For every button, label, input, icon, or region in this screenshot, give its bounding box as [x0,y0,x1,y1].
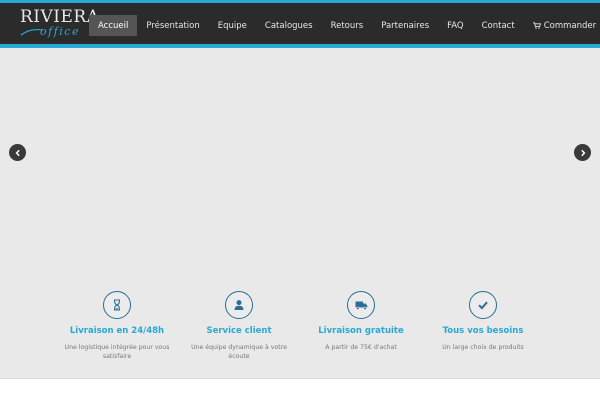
feature-description: Une équipe dynamique à votre écoute [191,344,287,360]
feature-all-needs: Tous vos besoins Un large choix de produ… [421,291,545,352]
feature-icon-circle [103,291,131,319]
feature-icon-circle [225,291,253,319]
navbar: RIVIERA office Accueil Présentation Equi… [0,3,600,44]
feature-icon-circle [347,291,375,319]
nav-item-label: Equipe [217,20,247,31]
nav-item-label: FAQ [447,20,464,31]
chevron-right-icon [580,149,585,156]
feature-free-delivery: Livraison gratuite A partir de 75€ d'ach… [299,291,423,352]
feature-service-client: Service client Une équipe dynamique à vo… [177,291,301,361]
slider-next-button[interactable] [574,144,591,161]
nav-item-label: Partenaires [381,20,430,31]
logo-text: RIVIERA [20,7,100,27]
chevron-left-icon [15,149,20,156]
logo[interactable]: RIVIERA office [18,7,99,43]
nav-item-retours[interactable]: Retours [322,15,373,36]
nav-item-partenaires[interactable]: Partenaires [372,15,438,36]
section-divider [0,378,600,379]
feature-delivery-24-48h: Livraison en 24/48h Une logistique intég… [55,291,179,361]
nav-item-catalogues[interactable]: Catalogues [256,15,322,36]
logo-subtext: office [40,25,80,38]
feature-title: Livraison gratuite [318,326,404,336]
check-icon [478,301,488,310]
user-icon [234,300,244,310]
nav-item-commander[interactable]: Commander [524,15,600,36]
hero-slider: Livraison en 24/48h Une logistique intég… [0,48,600,378]
nav-item-faq[interactable]: FAQ [438,15,472,36]
cart-icon [532,22,541,29]
nav-item-label: Présentation [146,20,200,31]
feature-description: Un large choix de produits [442,344,524,351]
nav-item-accueil[interactable]: Accueil [89,15,138,36]
feature-icon-circle [469,291,497,319]
truck-icon [355,301,367,310]
feature-description: A partir de 75€ d'achat [325,344,397,351]
feature-title: Tous vos besoins [442,326,524,336]
nav-item-label: Catalogues [264,20,313,31]
nav-item-equipe[interactable]: Equipe [209,15,256,36]
main-nav: Accueil Présentation Equipe Catalogues R… [89,15,600,36]
hourglass-icon [113,299,121,311]
feature-description: Une logistique intégrée pour vous satisf… [64,344,170,360]
nav-item-label: Accueil [98,20,129,31]
nav-item-presentation[interactable]: Présentation [137,15,208,36]
feature-title: Service client [206,326,272,336]
nav-item-label: Contact [481,20,515,31]
slider-prev-button[interactable] [9,144,26,161]
feature-title: Livraison en 24/48h [69,326,165,336]
nav-item-contact[interactable]: Contact [473,15,524,36]
nav-item-label: Retours [330,20,364,31]
nav-item-label: Commander [543,20,597,31]
